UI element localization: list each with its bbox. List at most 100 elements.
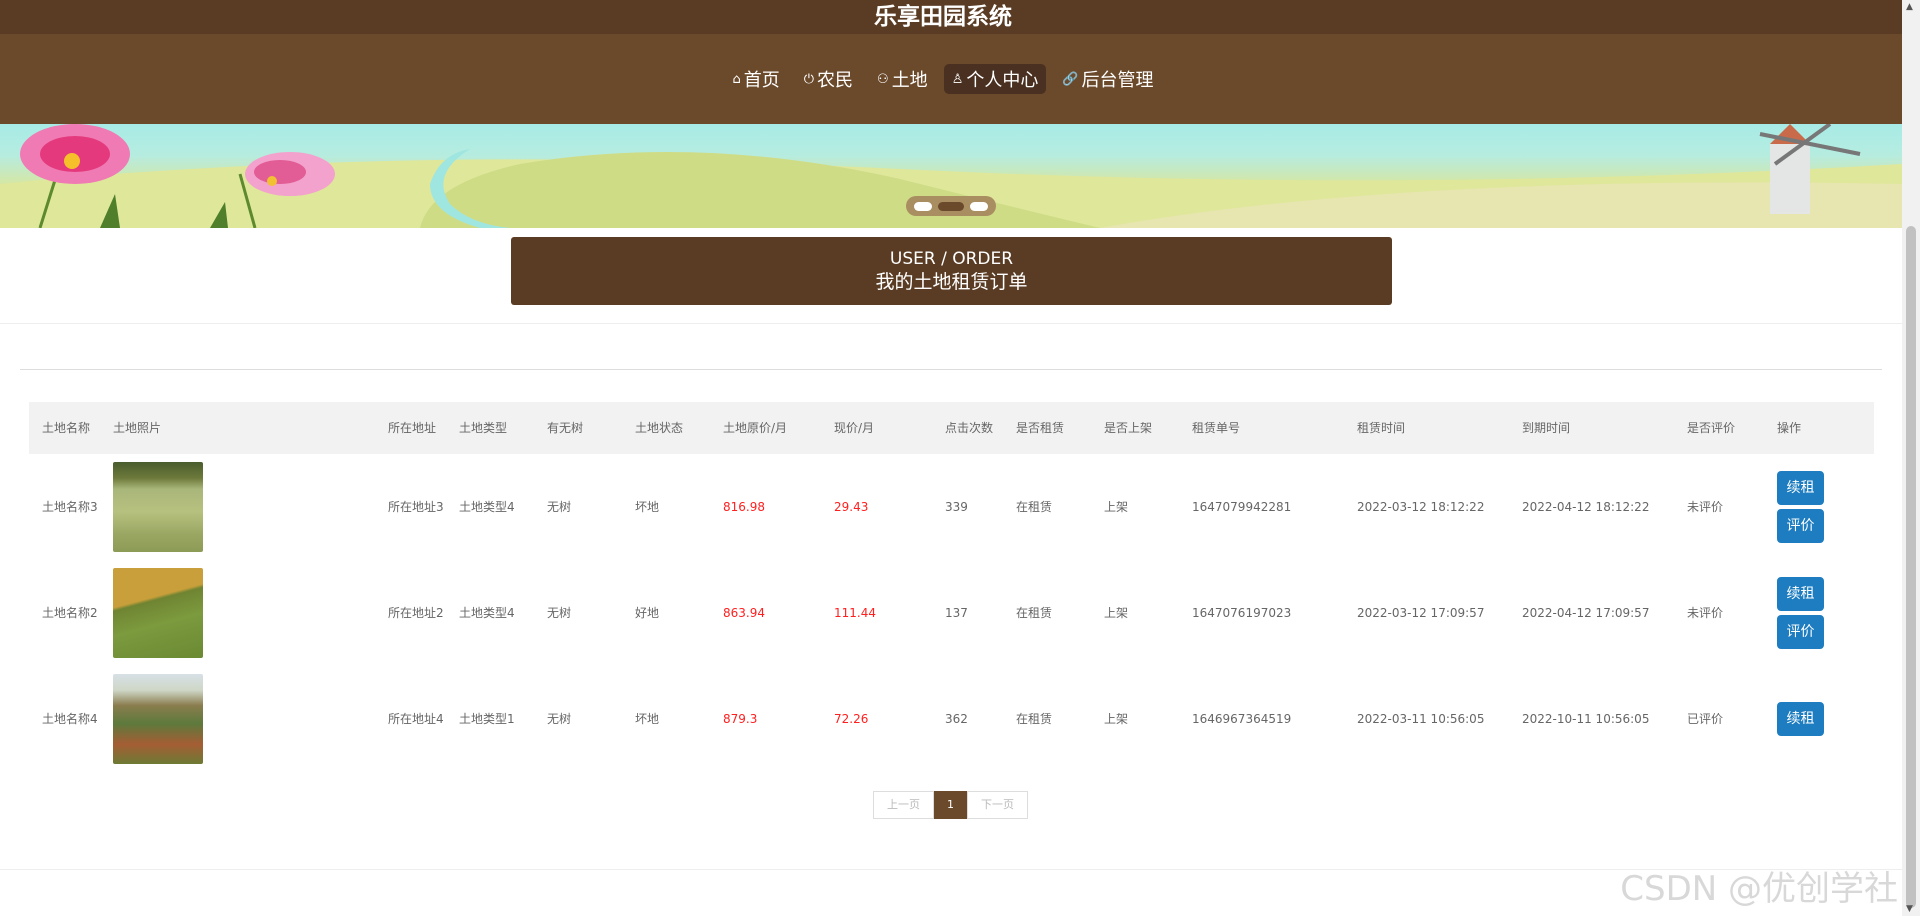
home-icon: ⌂ [732, 71, 741, 87]
cell-price: 72.26 [834, 712, 869, 726]
scroll-up-icon[interactable]: ▲ [1906, 2, 1913, 12]
site-title: 乐享田园系统 [874, 4, 1012, 30]
cell-price: 29.43 [834, 500, 869, 514]
power-icon: ⏻ [803, 71, 815, 87]
cell-status: 坏地 [635, 500, 660, 514]
cell-start-time: 2022-03-12 17:09:57 [1357, 606, 1485, 620]
carousel-dot[interactable] [914, 201, 932, 211]
cell-clicks: 362 [945, 712, 968, 726]
cell-type: 土地类型1 [459, 712, 515, 726]
nav-home[interactable]: ⌂ 首页 [724, 64, 787, 94]
nav-admin[interactable]: 🔗 后台管理 [1054, 64, 1161, 94]
cell-rented: 在租赁 [1016, 500, 1053, 514]
nav-personal-center-label: 个人中心 [966, 70, 1039, 91]
scroll-thumb[interactable] [1906, 226, 1916, 908]
order-table: 土地名称 土地照片 所在地址 土地类型 有无树 土地状态 土地原价/月 现价/月… [29, 402, 1874, 772]
cell-price: 111.44 [834, 606, 876, 620]
cell-start-time: 2022-03-11 10:56:05 [1357, 712, 1485, 726]
review-button[interactable]: 评价 [1777, 509, 1824, 543]
cell-address: 所在地址4 [388, 712, 444, 726]
link-icon: 🔗 [1062, 71, 1079, 87]
cell-photo [100, 454, 375, 560]
cell-status: 坏地 [635, 712, 660, 726]
col-header: 现价/月 [834, 421, 875, 435]
divider [20, 369, 1882, 370]
col-header: 土地原价/月 [723, 421, 788, 435]
cell-orig-price: 879.3 [723, 712, 758, 726]
section-title-cn: 我的土地租赁订单 [875, 271, 1028, 293]
cell-type: 土地类型4 [459, 606, 515, 620]
col-header: 土地类型 [459, 421, 508, 435]
cell-photo [100, 666, 375, 772]
land-photo[interactable] [113, 462, 203, 552]
col-header: 土地状态 [635, 421, 684, 435]
nav-personal-center[interactable]: ♙ 个人中心 [943, 64, 1047, 94]
renew-button[interactable]: 续租 [1777, 577, 1824, 611]
land-photo[interactable] [113, 674, 203, 764]
cell-address: 所在地址2 [388, 606, 444, 620]
nav-land-label: 土地 [891, 70, 928, 91]
table-header-row: 土地名称 土地照片 所在地址 土地类型 有无树 土地状态 土地原价/月 现价/月… [29, 402, 1874, 454]
col-header: 是否租赁 [1016, 421, 1065, 435]
table-row: 土地名称2 所在地址2 土地类型4 无树 好地 863.94 111.44 13… [29, 560, 1874, 666]
current-page-button[interactable]: 1 [934, 791, 967, 819]
renew-button[interactable]: 续租 [1777, 471, 1824, 505]
land-photo[interactable] [113, 568, 203, 658]
cell-name: 土地名称4 [42, 712, 98, 726]
cell-address: 所在地址3 [388, 500, 444, 514]
banner-carousel[interactable] [0, 124, 1902, 228]
cell-status: 好地 [635, 606, 660, 620]
col-header: 操作 [1777, 421, 1802, 435]
scroll-down-icon[interactable]: ▼ [1906, 904, 1913, 914]
cell-rented: 在租赁 [1016, 606, 1053, 620]
nav-land[interactable]: ⚇ 土地 [869, 64, 936, 94]
cell-reviewed: 未评价 [1687, 606, 1724, 620]
carousel-dot-active[interactable] [938, 201, 964, 211]
review-button[interactable]: 评价 [1777, 615, 1824, 649]
cell-rented: 在租赁 [1016, 712, 1053, 726]
cell-name: 土地名称2 [42, 606, 98, 620]
cell-actions: 续租 [1764, 666, 1874, 772]
nav-farmer[interactable]: ⏻ 农民 [796, 64, 861, 94]
section-heading: USER / ORDER 我的土地租赁订单 [511, 237, 1392, 305]
cell-order-no: 1647079942281 [1192, 500, 1292, 514]
cell-reviewed: 已评价 [1687, 712, 1724, 726]
cell-end-time: 2022-04-12 18:12:22 [1522, 500, 1650, 514]
cell-order-no: 1646967364519 [1192, 712, 1292, 726]
cell-listed: 上架 [1104, 606, 1129, 620]
col-header: 到期时间 [1522, 421, 1571, 435]
cell-photo [100, 560, 375, 666]
cell-clicks: 339 [945, 500, 968, 514]
cell-tree: 无树 [547, 606, 572, 620]
pagination: 上一页 1 下一页 [873, 791, 1028, 819]
table-row: 土地名称4 所在地址4 土地类型1 无树 坏地 879.3 72.26 362 … [29, 666, 1874, 772]
nav-farmer-label: 农民 [817, 70, 854, 91]
col-header: 土地名称 [42, 421, 91, 435]
col-header: 有无树 [547, 421, 584, 435]
col-header: 是否上架 [1104, 421, 1153, 435]
cell-actions: 续租 评价 [1764, 454, 1874, 560]
cell-listed: 上架 [1104, 712, 1129, 726]
cell-tree: 无树 [547, 712, 572, 726]
cell-type: 土地类型4 [459, 500, 515, 514]
watermark: CSDN @优创学社 [1620, 869, 1898, 909]
vertical-scrollbar[interactable]: ▲ ▼ [1902, 0, 1920, 916]
cell-end-time: 2022-10-11 10:56:05 [1522, 712, 1650, 726]
main-nav: ⌂ 首页 ⏻ 农民 ⚇ 土地 ♙ 个人中心 🔗 后台管理 [0, 64, 1886, 94]
nav-admin-label: 后台管理 [1081, 70, 1154, 91]
renew-button[interactable]: 续租 [1777, 702, 1824, 736]
cell-orig-price: 816.98 [723, 500, 765, 514]
col-header: 点击次数 [945, 421, 994, 435]
col-header: 租赁单号 [1192, 421, 1241, 435]
carousel-indicators [906, 196, 996, 216]
next-page-button[interactable]: 下一页 [967, 791, 1028, 819]
carousel-dot[interactable] [970, 201, 988, 211]
cell-listed: 上架 [1104, 500, 1129, 514]
cell-clicks: 137 [945, 606, 968, 620]
cell-tree: 无树 [547, 500, 572, 514]
prev-page-button[interactable]: 上一页 [873, 791, 934, 819]
cell-name: 土地名称3 [42, 500, 98, 514]
section-title-en: USER / ORDER [889, 249, 1014, 269]
col-header: 租赁时间 [1357, 421, 1406, 435]
cell-orig-price: 863.94 [723, 606, 765, 620]
